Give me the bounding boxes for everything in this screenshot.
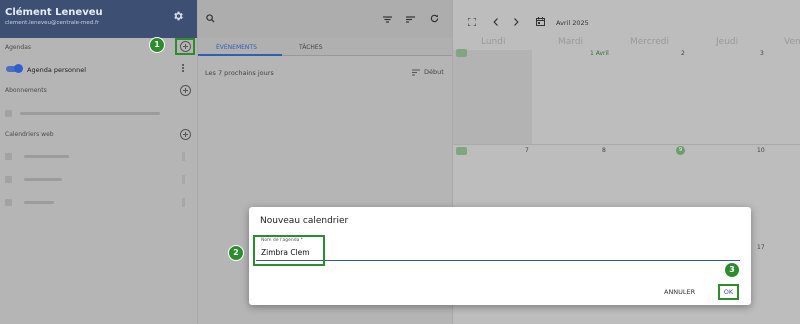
day-number[interactable]: 10 <box>757 147 765 154</box>
calendar-month: Avril 2025 <box>556 19 589 27</box>
blurred-subscription <box>20 112 160 115</box>
refresh-icon[interactable] <box>430 14 439 23</box>
tab-evenements[interactable]: ÉVÉNEMENTS <box>216 44 257 51</box>
tab-taches[interactable]: TÂCHES <box>299 44 323 51</box>
blurred-checkbox <box>5 199 12 206</box>
cancel-button[interactable]: ANNULER <box>664 288 695 296</box>
search-icon[interactable] <box>206 14 215 23</box>
day-number[interactable]: 7 <box>525 147 529 154</box>
highlight-add-calendar <box>175 38 195 55</box>
gear-icon[interactable] <box>172 10 184 22</box>
chevron-left-icon[interactable] <box>493 18 499 26</box>
day-header: Jeudi <box>716 37 739 47</box>
calendar-week-line <box>453 144 800 145</box>
input-underline <box>256 260 740 261</box>
highlight-name-field <box>253 235 325 266</box>
step-badge-1: 1 <box>149 37 165 53</box>
next-days-label: Les 7 prochains jours <box>205 69 274 77</box>
blurred-menu <box>182 198 185 207</box>
blurred-menu <box>182 152 185 161</box>
day-number[interactable]: 8 <box>602 147 606 154</box>
agendas-label: Agendas <box>5 44 32 51</box>
day-number[interactable]: 3 <box>760 50 764 57</box>
blurred-checkbox <box>5 176 12 183</box>
day-number[interactable]: 2 <box>681 50 685 57</box>
blurred-web-calendar <box>24 201 54 204</box>
blurred-checkbox <box>5 153 12 160</box>
sort-lines-icon[interactable] <box>412 69 420 76</box>
blurred-web-calendar <box>24 155 69 158</box>
tab-active-indicator <box>198 54 282 56</box>
filter-icon[interactable] <box>383 16 392 23</box>
day-header: Lundi <box>481 37 506 47</box>
add-subscription-icon[interactable] <box>180 85 191 96</box>
week-number-badge <box>456 147 467 155</box>
day-header: Mardi <box>558 37 584 47</box>
blurred-web-calendar <box>24 178 62 181</box>
step-badge-2: 2 <box>228 245 244 261</box>
chevron-right-icon[interactable] <box>513 18 519 26</box>
calendar-outside-month <box>453 50 532 144</box>
blurred-menu <box>182 175 185 184</box>
ok-button[interactable]: OK <box>718 284 739 300</box>
add-web-calendar-icon[interactable] <box>180 129 191 140</box>
dialog-title: Nouveau calendrier <box>260 216 349 226</box>
step-badge-3: 3 <box>724 262 740 278</box>
abonnements-label: Abonnements <box>5 87 47 94</box>
user-email: clement.leneveu@centrale-med.fr <box>5 20 100 26</box>
start-sort-button[interactable]: Début <box>424 68 444 76</box>
agenda-personnel-label: Agenda personnel <box>27 66 87 74</box>
fullscreen-icon[interactable] <box>468 18 476 26</box>
week-number-badge <box>456 49 467 57</box>
day-number[interactable]: 1 Avril <box>590 50 609 57</box>
day-header: Mercredi <box>630 37 670 47</box>
calendriers-web-label: Calendriers web <box>5 131 54 138</box>
agenda-menu-icon[interactable] <box>182 64 185 74</box>
agenda-toggle-knob <box>14 64 23 73</box>
day-number[interactable]: 17 <box>757 244 765 251</box>
calendar-icon[interactable] <box>536 17 545 26</box>
today-marker[interactable]: 9 <box>676 146 685 155</box>
user-name: Clément Leneveu <box>5 7 103 18</box>
blurred-checkbox <box>5 110 12 117</box>
day-header: Vend <box>784 37 800 47</box>
sort-icon[interactable] <box>406 16 415 23</box>
user-header <box>0 0 197 38</box>
